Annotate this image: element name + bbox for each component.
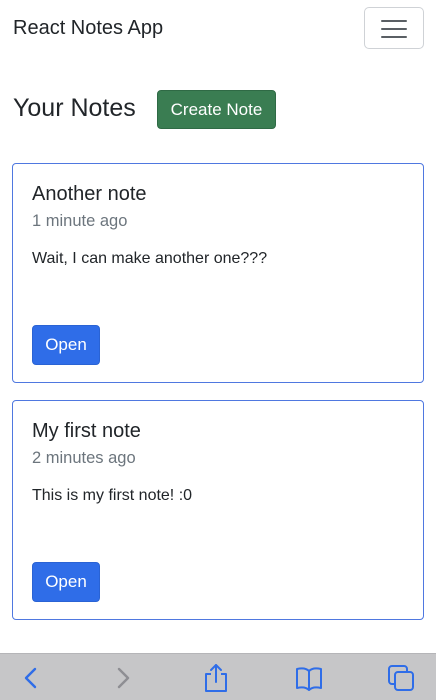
note-title: My first note (32, 420, 141, 442)
note-timestamp: 2 minutes ago (32, 449, 136, 467)
note-timestamp: 1 minute ago (32, 212, 128, 230)
menu-toggle-button[interactable] (364, 7, 424, 49)
hamburger-menu-icon (381, 36, 407, 38)
note-body: This is my first note! :0 (32, 487, 193, 504)
page-title: Your Notes (13, 94, 136, 122)
navbar: React Notes App (0, 0, 436, 58)
hamburger-menu-icon (381, 20, 407, 22)
bookmarks-icon[interactable] (294, 663, 324, 693)
note-card: Another note 1 minute ago Wait, I can ma… (12, 163, 424, 383)
forward-icon[interactable] (108, 663, 138, 693)
open-note-button[interactable]: Open (32, 562, 100, 602)
note-card: My first note 2 minutes ago This is my f… (12, 400, 424, 620)
share-icon[interactable] (201, 663, 231, 693)
open-note-button[interactable]: Open (32, 325, 100, 365)
browser-toolbar (0, 653, 436, 700)
note-body: Wait, I can make another one??? (32, 250, 268, 267)
create-note-button[interactable]: Create Note (157, 90, 276, 129)
tabs-icon[interactable] (386, 663, 416, 693)
note-title: Another note (32, 183, 147, 205)
back-icon[interactable] (16, 663, 46, 693)
app-brand[interactable]: React Notes App (13, 17, 163, 40)
hamburger-menu-icon (381, 28, 407, 30)
